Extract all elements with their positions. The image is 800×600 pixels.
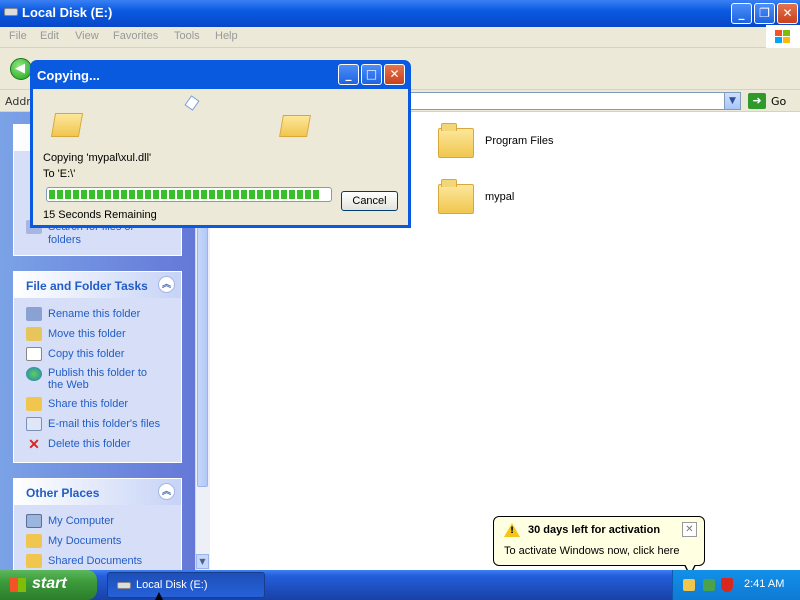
dialog-maximize-button[interactable]: □: [361, 64, 382, 85]
other-places-panel: Other Places ︽ My Computer My Documents …: [13, 478, 182, 570]
rename-icon: [26, 307, 42, 321]
collapse-chevron-icon[interactable]: ︽: [158, 276, 175, 293]
other-places-header[interactable]: Other Places ︽: [14, 479, 181, 505]
menu-tools[interactable]: Tools: [174, 30, 200, 42]
shared-folder-icon: [26, 554, 42, 568]
file-folder-tasks-panel: File and Folder Tasks ︽ Rename this fold…: [13, 271, 182, 463]
taskbar-window-button[interactable]: Local Disk (E:): [107, 572, 265, 598]
progress-fill: [49, 190, 321, 199]
close-button[interactable]: ✕: [777, 3, 798, 24]
menu-file[interactable]: File: [9, 30, 27, 42]
taskbar-window-label: Local Disk (E:): [136, 579, 208, 591]
mouse-cursor: [155, 592, 163, 600]
collapse-chevron-icon[interactable]: ︽: [158, 483, 175, 500]
go-arrow-icon[interactable]: ➜: [748, 93, 766, 109]
other-places-title: Other Places: [26, 486, 100, 500]
file-name-mypal[interactable]: mypal: [485, 191, 514, 203]
balloon-close-icon[interactable]: ✕: [682, 522, 697, 537]
email-icon: [26, 417, 42, 431]
dialog-body: Copying 'mypal\xul.dll' To 'E:\' Cancel …: [33, 89, 408, 225]
task-delete-folder[interactable]: ✕ Delete this folder: [26, 436, 130, 452]
menu-favorites[interactable]: Favorites: [113, 30, 158, 42]
minimize-button[interactable]: _: [731, 3, 752, 24]
move-icon: [26, 327, 42, 341]
menu-help[interactable]: Help: [215, 30, 238, 42]
address-input[interactable]: [400, 92, 726, 110]
menu-bar: File Edit View Favorites Tools Help: [0, 27, 800, 48]
globe-icon: [26, 367, 42, 381]
share-icon: [26, 397, 42, 411]
start-button[interactable]: start: [0, 570, 97, 600]
time-remaining-text: 15 Seconds Remaining: [43, 209, 157, 221]
folder-icon[interactable]: [438, 123, 474, 158]
cancel-button[interactable]: Cancel: [341, 191, 398, 211]
activation-balloon[interactable]: ! 30 days left for activation ✕ To activ…: [493, 516, 705, 566]
back-arrow-icon[interactable]: ◀: [10, 58, 32, 80]
window-title-bar[interactable]: Local Disk (E:) _ ❐ ✕: [0, 0, 800, 27]
windows-logo: [766, 25, 800, 49]
destination-folder-icon: [279, 115, 311, 137]
menu-view[interactable]: View: [75, 30, 99, 42]
window-title: Local Disk (E:): [22, 5, 113, 20]
clock: 2:41 AM: [744, 578, 785, 590]
go-label[interactable]: Go: [771, 95, 786, 108]
network-icon[interactable]: [703, 579, 715, 591]
scroll-down-button[interactable]: ▼: [196, 554, 209, 569]
file-name-program-files[interactable]: Program Files: [485, 135, 553, 147]
place-my-documents[interactable]: My Documents: [26, 534, 121, 548]
task-move-folder[interactable]: Move this folder: [26, 327, 126, 341]
balloon-title: 30 days left for activation: [528, 524, 661, 536]
drive-icon: [4, 8, 18, 16]
copying-file-text: Copying 'mypal\xul.dll': [43, 152, 152, 164]
computer-icon: [26, 514, 42, 528]
menu-edit[interactable]: Edit: [40, 30, 59, 42]
maximize-button[interactable]: ❐: [754, 3, 775, 24]
task-email-files[interactable]: E-mail this folder's files: [26, 417, 160, 431]
copy-destination-text: To 'E:\': [43, 168, 76, 180]
task-share-folder[interactable]: Share this folder: [26, 397, 128, 411]
warning-exclamation: !: [510, 526, 515, 536]
task-rename-folder[interactable]: Rename this folder: [26, 307, 140, 321]
dialog-title: Copying...: [37, 68, 100, 83]
drive-icon: [117, 582, 131, 589]
copy-progress-bar: [46, 187, 332, 202]
address-dropdown-button[interactable]: ▼: [724, 92, 741, 110]
dialog-minimize-button[interactable]: _: [338, 64, 359, 85]
delete-x-icon: ✕: [28, 436, 40, 452]
documents-folder-icon: [26, 534, 42, 548]
security-shield-icon[interactable]: [721, 578, 733, 592]
balloon-text[interactable]: To activate Windows now, click here: [504, 545, 679, 557]
dialog-close-button[interactable]: ✕: [384, 64, 405, 85]
task-publish-folder[interactable]: Publish this folder to the Web: [26, 367, 158, 391]
windows-flag-icon: [10, 578, 26, 592]
place-shared-documents[interactable]: Shared Documents: [26, 554, 142, 568]
activation-key-icon[interactable]: [683, 579, 695, 591]
copying-dialog[interactable]: Copying... _ □ ✕ Copying 'mypal\xul.dll'…: [30, 60, 411, 228]
flying-document-icon: [184, 95, 200, 111]
file-folder-tasks-header[interactable]: File and Folder Tasks ︽: [14, 272, 181, 298]
source-folder-icon: [50, 113, 84, 137]
copy-icon: [26, 347, 42, 361]
file-folder-tasks-title: File and Folder Tasks: [26, 279, 148, 293]
task-copy-folder[interactable]: Copy this folder: [26, 347, 124, 361]
place-my-computer[interactable]: My Computer: [26, 514, 114, 528]
folder-icon[interactable]: [438, 179, 474, 214]
start-label: start: [32, 575, 67, 592]
